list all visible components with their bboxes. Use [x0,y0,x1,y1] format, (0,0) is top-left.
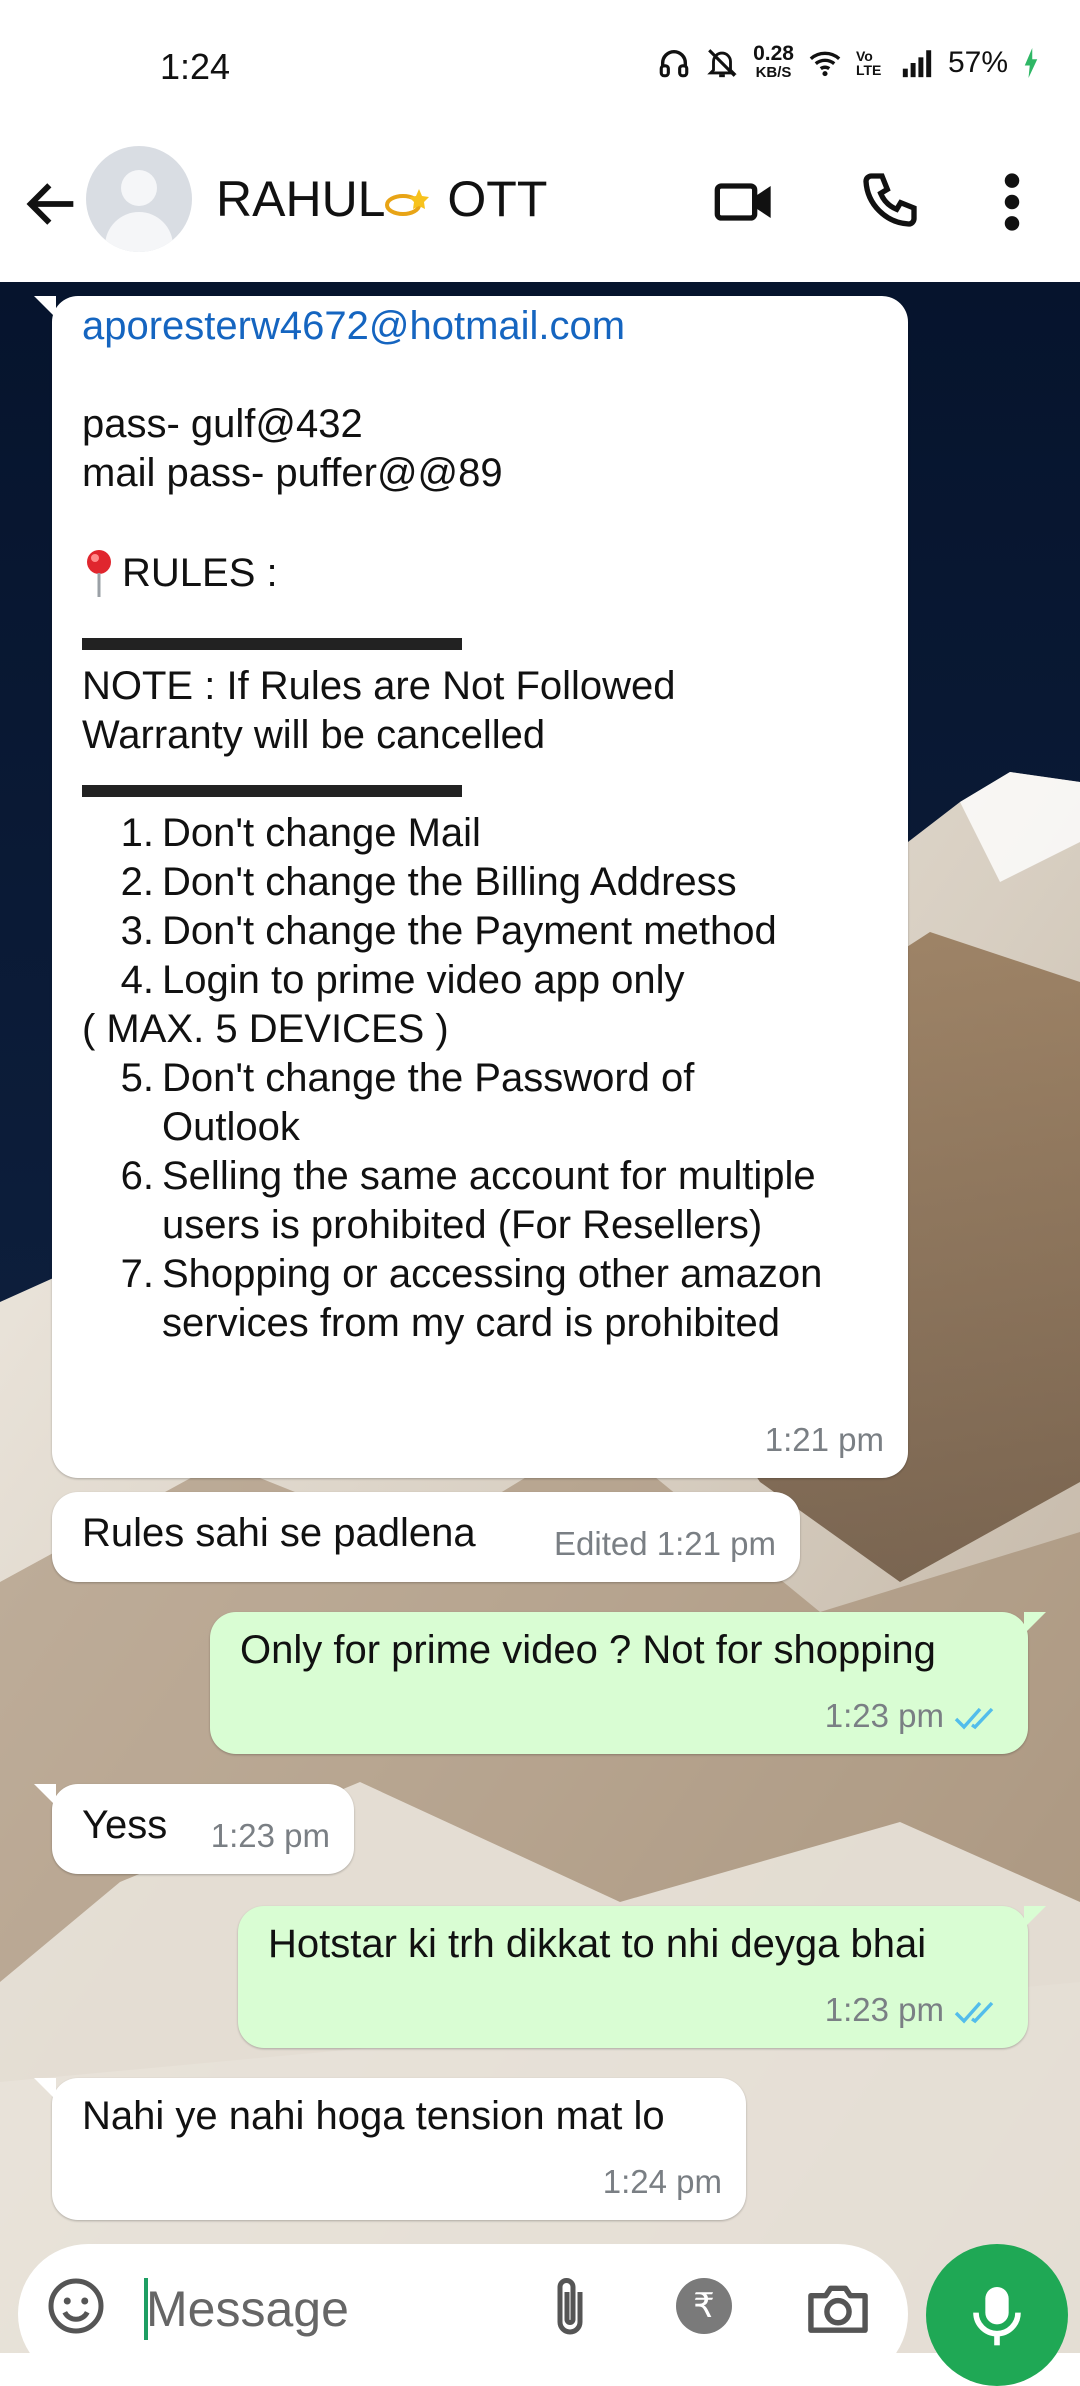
headphones-icon [659,49,689,77]
status-bar: 1:24 0.28 KB/S Vo LTE 57% [0,0,1080,140]
status-icons: 0.28 KB/S Vo LTE 57% [657,42,1040,81]
message-text: NOTE : If Rules are Not Followed [82,664,676,708]
rule-item: 7. Shopping or accessing other amazon ser… [120,1252,823,1345]
avatar[interactable] [86,146,192,252]
rule-item: 5. Don't change the Password of Outlook [120,1056,695,1149]
message-outgoing[interactable]: Hotstar ki trh dikkat to nhi deyga bhai … [238,1906,1046,2048]
payment-icon[interactable]: ₹ [676,2278,732,2334]
network-speed: 0.28 KB/S [753,42,794,81]
charging-bolt-icon [1024,47,1038,78]
divider-line: ▬▬▬▬▬▬▬▬▬▬▬ [82,762,462,806]
rule-item: 4. Login to prime video app only [120,958,685,1002]
message-text: Rules sahi se padlena [82,1511,476,1555]
message-time: 1:24 pm [602,2163,722,2200]
message-time: 1:21 pm [764,1421,884,1458]
volte-indicator: Vo LTE [855,47,882,78]
read-receipt-icon [954,2002,994,2024]
rule-item: 6. Selling the same account for multiple … [120,1154,816,1247]
video-call-icon[interactable] [712,170,776,234]
message-outgoing[interactable]: Only for prime video ? Not for shopping … [210,1612,1046,1754]
email-link[interactable]: aporesterw4672@hotmail.com [82,302,902,351]
camera-icon[interactable] [806,2280,870,2336]
message-text: Hotstar ki trh dikkat to nhi deyga bhai [268,1922,927,1966]
voice-message-button[interactable] [926,2244,1068,2386]
message-text: pass- gulf@432 [82,402,363,446]
message-input[interactable]: Message [146,2280,349,2338]
message-time: 1:23 pm [825,1691,1004,1740]
back-arrow-icon[interactable] [20,172,84,236]
more-options-icon[interactable] [996,170,1028,234]
read-receipt-icon [954,1708,994,1730]
message-incoming[interactable]: aporesterw4672@hotmail.com pass- gulf@43… [34,296,908,1478]
chat-area[interactable]: aporesterw4672@hotmail.com pass- gulf@43… [0,282,1080,2353]
emoji-icon[interactable] [46,2276,106,2336]
chat-header: RAHUL OTT [0,140,1080,282]
message-incoming[interactable]: Rules sahi se padlena Edited 1:21 pm [52,1492,800,1582]
message-text: ( MAX. 5 DEVICES ) [82,1007,449,1051]
message-time: Edited 1:21 pm [554,1525,776,1562]
message-incoming[interactable]: Nahi ye nahi hoga tension mat lo 1:24 pm [34,2078,746,2220]
rule-item: 1. Don't change Mail [120,811,481,855]
message-text: Only for prime video ? Not for shopping [240,1628,936,1672]
message-text: mail pass- puffer@@89 [82,451,503,495]
shooting-star-icon [385,188,430,216]
divider-line: ▬▬▬▬▬▬▬▬▬▬▬ [82,615,462,659]
rule-item: 2. Don't change the Billing Address [120,860,737,904]
rules-heading: RULES : [82,547,902,599]
voice-call-icon[interactable] [858,168,922,232]
message-composer: Message ₹ [18,2244,908,2384]
message-time: 1:23 pm [825,1985,1004,2034]
message-text: Yess [82,1803,168,1847]
status-time: 1:24 [160,46,231,87]
microphone-icon [973,2287,1021,2346]
message-text: Warranty will be cancelled [82,713,546,757]
message-incoming[interactable]: Yess 1:23 pm [34,1784,354,1874]
message-text: Nahi ye nahi hoga tension mat lo [82,2094,665,2138]
battery-percent: 57% [947,45,1008,79]
attach-icon[interactable] [540,2272,600,2342]
signal-icon [902,49,932,77]
bell-muted-icon [707,48,737,77]
rule-item: 3. Don't change the Payment method [120,909,777,953]
message-time: 1:23 pm [210,1817,330,1854]
contact-name[interactable]: RAHUL OTT [216,170,547,228]
wifi-icon [809,51,841,76]
pushpin-icon [87,550,111,597]
